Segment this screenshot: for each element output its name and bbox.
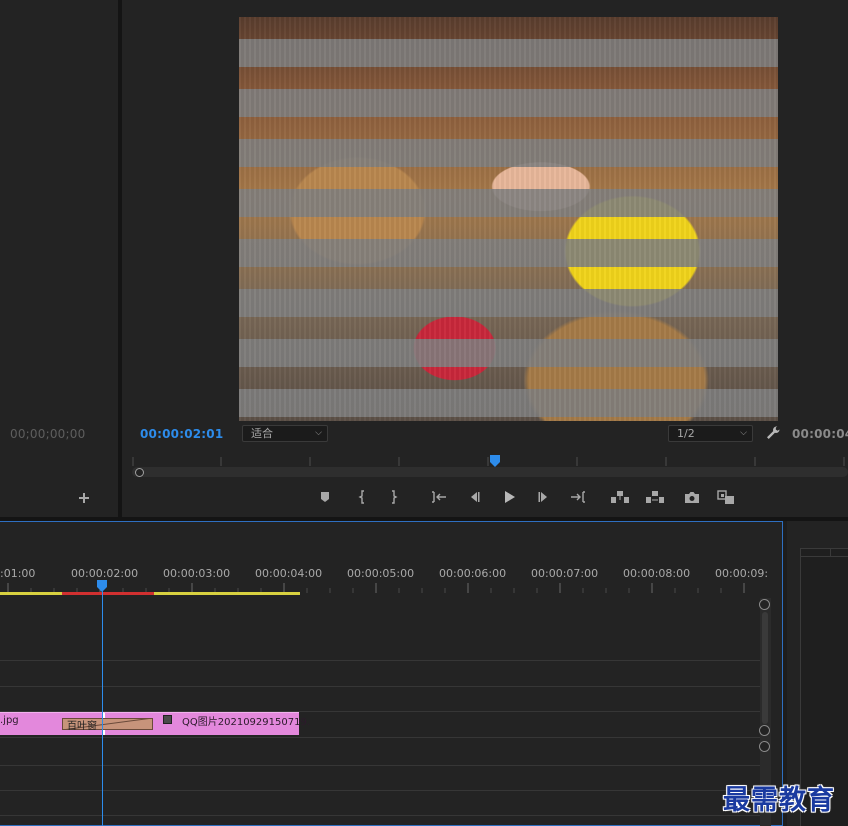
lift-button[interactable] (610, 488, 630, 506)
ruler-label: 00:00:07:00 (531, 567, 599, 580)
ruler-label: 00:00:02:00 (71, 567, 139, 580)
fit-dropdown[interactable]: 适合 ⌵ (242, 425, 328, 442)
camera-icon (685, 492, 699, 503)
track-divider (0, 686, 760, 687)
extract-button[interactable] (645, 488, 665, 506)
watermark-logo: 最需教育 (723, 785, 835, 816)
program-timecode[interactable]: 00:00:02:01 (140, 427, 223, 441)
audio-scroll-handle[interactable] (759, 741, 770, 752)
mark-out-icon (392, 490, 398, 504)
side-panel-column-divider (830, 548, 831, 557)
resolution-dropdown-label: 1/2 (677, 427, 695, 440)
playback-resolution-dropdown[interactable]: 1/2 ⌵ (668, 425, 753, 442)
export-frame-button[interactable] (682, 488, 702, 506)
marker-icon (321, 492, 329, 502)
fx-badge-icon (163, 715, 172, 724)
transition-label: 百叶窗 (67, 721, 97, 732)
ruler-label: :01:00 (0, 567, 36, 580)
go-to-in-button[interactable] (429, 488, 449, 506)
clip-a-label: .jpg (0, 715, 19, 726)
timeline-playhead[interactable] (96, 580, 108, 592)
render-needed-bar (62, 592, 154, 595)
comparison-view-button[interactable] (716, 488, 736, 506)
step-forward-button[interactable] (534, 488, 554, 506)
track-divider (0, 815, 760, 816)
fit-dropdown-label: 适合 (251, 427, 273, 440)
ruler-label: 00:00:04:00 (255, 567, 323, 580)
chevron-down-icon: ⌵ (315, 428, 322, 438)
step-back-button[interactable] (464, 488, 484, 506)
scrub-zoom-handle[interactable] (135, 468, 144, 477)
go-to-out-button[interactable] (568, 488, 588, 506)
lift-icon (611, 491, 629, 503)
program-video-frame[interactable] (239, 17, 778, 421)
program-playhead[interactable] (489, 455, 501, 467)
extract-icon (646, 491, 664, 503)
plus-icon (79, 493, 89, 503)
ruler-label: 00:00:09: (715, 567, 769, 580)
comparison-view-icon (717, 490, 734, 504)
ruler-label: 00:00:06:00 (439, 567, 507, 580)
source-timecode[interactable]: 00;00;00;00 (10, 427, 85, 441)
track-divider (0, 737, 760, 738)
add-marker-button[interactable] (315, 488, 335, 506)
ruler-label: 00:00:05:00 (347, 567, 415, 580)
track-divider (0, 790, 760, 791)
scrollbar-thumb[interactable] (762, 612, 768, 724)
mark-in-icon (358, 490, 364, 504)
scroll-zoom-handle-bottom[interactable] (759, 725, 770, 736)
side-panel-header-line (800, 556, 848, 557)
track-divider (0, 765, 760, 766)
video-texture (239, 17, 778, 421)
ruler-label: 00:00:03:00 (163, 567, 231, 580)
program-duration: 00:00:04 (792, 427, 848, 441)
go-to-in-icon (432, 491, 446, 503)
play-button[interactable] (499, 488, 519, 506)
step-back-icon (471, 492, 480, 502)
step-forward-icon (538, 492, 547, 502)
program-scrub-bar[interactable] (132, 467, 848, 477)
track-divider (0, 660, 760, 661)
mark-out-button[interactable] (384, 488, 404, 506)
wrench-icon[interactable] (765, 425, 781, 441)
scroll-zoom-handle-top[interactable] (759, 599, 770, 610)
chevron-down-icon: ⌵ (740, 428, 747, 438)
go-to-out-icon (571, 491, 585, 503)
timeline-playhead-line[interactable] (102, 590, 103, 826)
clip-b-label: QQ图片20210929150719. (182, 717, 310, 728)
add-button[interactable] (76, 490, 92, 506)
play-icon (505, 491, 515, 503)
ruler-label: 00:00:08:00 (623, 567, 691, 580)
mark-in-button[interactable] (352, 488, 372, 506)
